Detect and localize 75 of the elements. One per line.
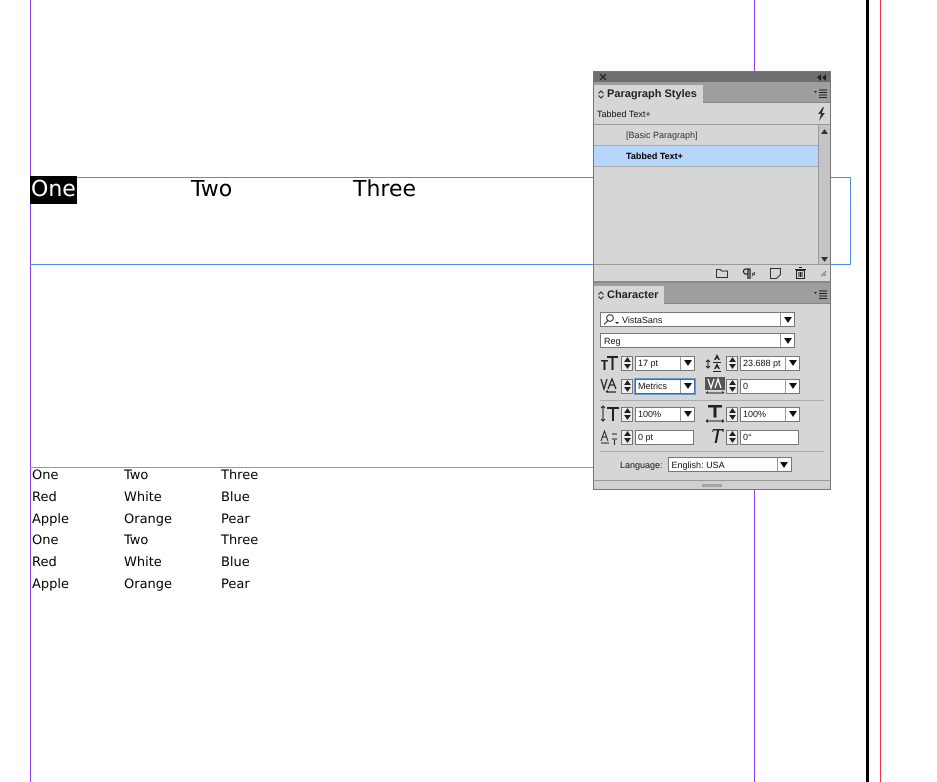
spinner[interactable] [621,430,633,444]
body-text: One [32,467,60,485]
dropdown-arrow-icon[interactable] [784,338,792,344]
body-text: Three [221,467,260,485]
resize-grip-icon[interactable] [820,270,827,276]
body-text: Two [124,532,150,550]
trash-icon[interactable] [795,267,806,279]
value-field[interactable]: 23.688 pt [740,356,800,370]
dropdown-arrow-icon[interactable] [788,411,796,417]
menu-icon[interactable] [814,89,827,98]
value-field[interactable]: 0° [740,430,799,444]
body-text: One [32,532,60,550]
baseline-shift-icon [600,428,620,446]
spinner[interactable] [621,406,633,422]
search-icon [603,314,619,325]
body-text: Orange [124,510,174,529]
style-item[interactable]: Tabbed Text+ [594,146,818,167]
body-text: Three [221,532,260,550]
pilcrow-clear-icon[interactable] [742,268,756,278]
scroll-up-icon[interactable] [821,129,828,134]
heading-text: Three [352,176,418,204]
font-size-icon [600,354,620,372]
language-dropdown[interactable]: English: USA [668,457,792,472]
value-field[interactable]: Metrics [635,378,695,394]
dropdown-arrow-icon[interactable] [684,383,692,389]
body-text: Blue [221,488,251,507]
body-text: Pear [221,510,251,529]
up-down-arrows-icon [598,90,604,98]
dropdown-arrow-icon[interactable] [788,360,796,366]
dropdown-arrow-icon[interactable] [780,462,788,468]
new-style-icon[interactable] [770,268,781,278]
close-icon[interactable] [599,73,607,81]
dropdown-arrow-icon[interactable] [784,316,792,322]
font-family-dropdown[interactable]: VistaSans [600,312,795,327]
spinner[interactable] [726,378,738,394]
body-text: White [124,488,163,507]
body-text: Orange [124,576,174,594]
value-field[interactable]: 0 [740,378,800,394]
horizontal-scale-icon [705,405,725,423]
tracking-icon [705,377,725,395]
heading-text: Two [190,176,234,204]
folder-icon[interactable] [716,268,728,278]
spinner[interactable] [726,356,738,370]
dropdown-arrow-icon[interactable] [788,383,796,389]
vertical-scale-icon [600,405,620,423]
dropdown-arrow-icon[interactable] [684,360,692,366]
body-text: Red [32,554,58,572]
language-label: Language: [620,460,663,470]
body-text: Red [32,488,58,507]
spinner[interactable] [621,378,633,394]
value-field[interactable]: 100% [740,406,800,422]
scrollbar[interactable] [818,125,830,264]
font-style-dropdown[interactable]: Reg [600,333,795,348]
spinner[interactable] [621,356,633,370]
current-style-label: Tabbed Text+ [597,108,651,118]
dropdown-arrow-icon[interactable] [684,411,692,417]
up-down-arrows-icon [598,290,604,300]
value-field[interactable]: 100% [635,406,695,422]
body-text: White [124,554,163,572]
lightning-icon[interactable] [817,106,826,120]
paragraph-styles-tab[interactable]: Paragraph Styles [594,85,703,103]
body-text: Apple [32,576,70,594]
menu-icon[interactable] [814,290,827,299]
character-tab[interactable]: Character [594,286,664,304]
grip-icon[interactable] [702,484,722,486]
spinner[interactable] [726,406,738,422]
value-field[interactable]: 0 pt [635,430,694,444]
heading-text: One [30,176,77,204]
body-text: Pear [221,576,251,594]
scroll-down-icon[interactable] [821,257,828,262]
spinner[interactable] [726,430,738,444]
value-field[interactable]: 17 pt [635,356,695,370]
body-text: Blue [221,554,251,572]
body-text: Apple [32,510,70,529]
body-text: Two [124,467,150,485]
